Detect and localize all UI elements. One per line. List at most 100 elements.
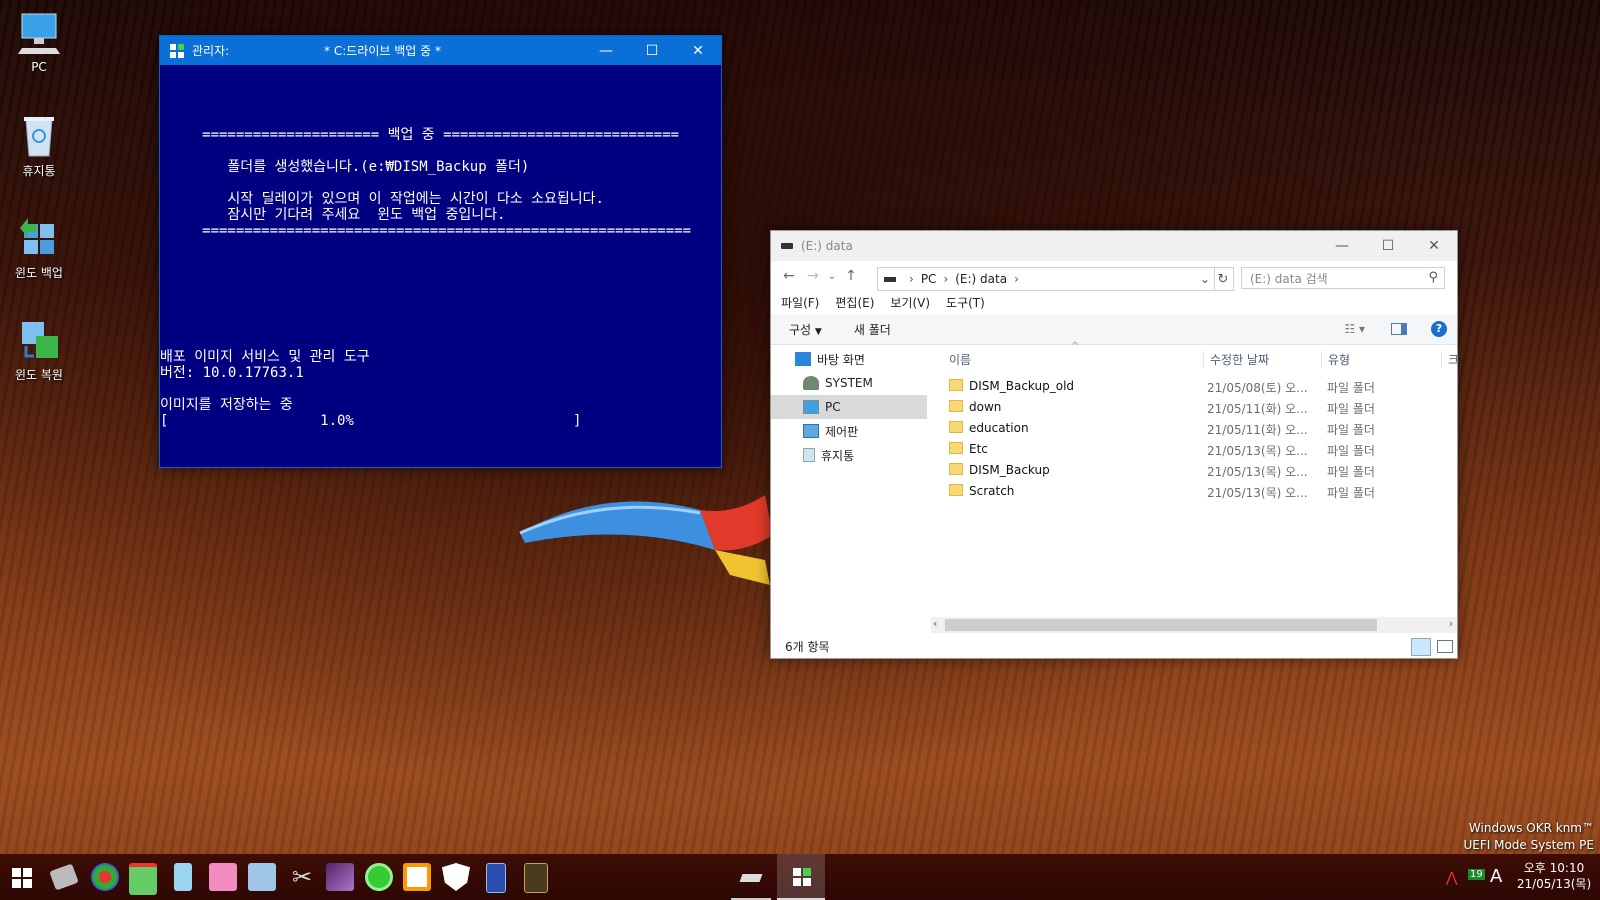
backup-tool-icon[interactable] bbox=[403, 863, 431, 891]
menu-view[interactable]: 보기(V) bbox=[890, 294, 930, 314]
file-row[interactable]: DISM_Backup_old 21/05/08(토) 오... 파일 폴더 bbox=[931, 375, 1457, 396]
desktop-icon-label: PC bbox=[31, 60, 47, 74]
start-button[interactable] bbox=[12, 868, 32, 888]
nav-label: 휴지통 bbox=[821, 448, 855, 463]
new-folder-button[interactable]: 새 폴더 bbox=[854, 321, 891, 338]
taskbar-cmd-button[interactable] bbox=[777, 854, 825, 900]
caret-down-icon: ▼ bbox=[814, 326, 822, 337]
file-row[interactable]: down 21/05/11(화) 오... 파일 폴더 bbox=[931, 396, 1457, 417]
file-row[interactable]: education 21/05/11(화) 오... 파일 폴더 bbox=[931, 417, 1457, 438]
sync-icon[interactable] bbox=[365, 863, 393, 891]
large-icons-view-icon[interactable] bbox=[1437, 640, 1453, 653]
close-button[interactable]: ✕ bbox=[1411, 231, 1457, 261]
minimize-button[interactable]: — bbox=[583, 36, 629, 65]
scrollbar-thumb[interactable] bbox=[945, 619, 1377, 631]
explorer-window[interactable]: (E:) data — ☐ ✕ ← → ⌄ ↑ › PC › (E:) data… bbox=[770, 230, 1459, 659]
column-type[interactable]: 유형 bbox=[1321, 351, 1350, 368]
nav-item-system[interactable]: SYSTEM bbox=[771, 371, 927, 395]
column-size[interactable]: 크 bbox=[1441, 351, 1459, 368]
horizontal-scrollbar[interactable]: ‹ › bbox=[931, 617, 1457, 633]
shield-icon[interactable] bbox=[442, 863, 470, 891]
drive-icon bbox=[739, 874, 763, 882]
cmd-window-icon bbox=[793, 868, 811, 886]
console-line: 시작 딜레이가 있으며 이 작업에는 시간이 다소 소요됩니다. bbox=[160, 191, 604, 207]
menu-edit[interactable]: 편집(E) bbox=[835, 294, 874, 314]
file-manager-icon[interactable] bbox=[129, 863, 157, 895]
breadcrumb-current[interactable]: (E:) data bbox=[955, 272, 1007, 286]
file-list: 이름 ^ 수정한 날짜 유형 크 DISM_Backup_old 21/05/08… bbox=[931, 341, 1459, 609]
folder-icon bbox=[949, 400, 963, 412]
chevron-down-icon[interactable]: ⌄ bbox=[1200, 272, 1210, 286]
chevron-right-icon[interactable]: › bbox=[909, 272, 914, 286]
cmd-console[interactable]: ===================== 백업 중 =============… bbox=[160, 65, 721, 429]
desktop-icon bbox=[795, 352, 811, 366]
image-tool-icon[interactable] bbox=[326, 863, 354, 891]
cmd-titlebar[interactable]: 관리자: * C:드라이브 백업 중 * — ☐ ✕ bbox=[160, 36, 721, 65]
cmd-window[interactable]: 관리자: * C:드라이브 백업 중 * — ☐ ✕ =============… bbox=[159, 35, 722, 468]
watermark-line: UEFI Mode System PE bbox=[1463, 838, 1594, 852]
ime-indicator[interactable]: A bbox=[1490, 866, 1502, 887]
file-type: 파일 폴더 bbox=[1327, 465, 1375, 479]
file-date: 21/05/08(토) 오... bbox=[1207, 381, 1308, 395]
minimize-button[interactable]: — bbox=[1319, 231, 1365, 261]
chevron-right-icon[interactable]: › bbox=[1014, 272, 1019, 286]
nav-item-recycle-bin[interactable]: 휴지통 bbox=[771, 443, 927, 467]
tablet-icon[interactable] bbox=[486, 863, 506, 893]
nav-label: 바탕 화면 bbox=[817, 352, 865, 367]
tray-badge[interactable]: 19 bbox=[1468, 869, 1485, 880]
close-button[interactable]: ✕ bbox=[675, 36, 721, 65]
taskbar-explorer-button[interactable] bbox=[731, 854, 771, 900]
nav-item-control-panel[interactable]: 제어판 bbox=[771, 419, 927, 443]
organize-button[interactable]: 구성 ▼ bbox=[789, 321, 822, 338]
menu-file[interactable]: 파일(F) bbox=[781, 294, 819, 314]
desktop-icon-pc[interactable]: PC bbox=[8, 10, 70, 74]
maximize-button[interactable]: ☐ bbox=[1365, 231, 1411, 261]
column-date[interactable]: 수정한 날짜 bbox=[1203, 351, 1269, 368]
refresh-icon[interactable]: ↻ bbox=[1213, 267, 1234, 291]
tools-icon[interactable]: ✂ bbox=[288, 863, 316, 891]
drive-tool-icon[interactable] bbox=[49, 863, 79, 891]
network-icon[interactable]: ⋀ bbox=[1446, 870, 1457, 886]
file-type: 파일 폴더 bbox=[1327, 444, 1375, 458]
disk-tool-icon[interactable] bbox=[524, 863, 548, 893]
desktop-icon-recycle-bin[interactable]: 휴지통 bbox=[8, 112, 70, 179]
address-bar[interactable]: › PC › (E:) data › ⌄ bbox=[877, 267, 1215, 291]
file-type: 파일 폴더 bbox=[1327, 381, 1375, 395]
search-input[interactable]: (E:) data 검색 ⚲ bbox=[1241, 267, 1445, 289]
watermark-line: Windows OKR knm™ bbox=[1468, 821, 1594, 835]
back-arrow-icon[interactable]: ← bbox=[777, 268, 801, 284]
chevron-right-icon[interactable]: › bbox=[943, 272, 948, 286]
partition-tool-icon[interactable] bbox=[91, 863, 119, 891]
recycle-bin-icon bbox=[16, 112, 62, 158]
file-row[interactable]: DISM_Backup 21/05/13(목) 오... 파일 폴더 bbox=[931, 459, 1457, 480]
explorer-titlebar[interactable]: (E:) data — ☐ ✕ bbox=[771, 231, 1457, 261]
scroll-left-icon[interactable]: ‹ bbox=[933, 617, 937, 630]
file-row[interactable]: Etc 21/05/13(목) 오... 파일 폴더 bbox=[931, 438, 1457, 459]
forward-arrow-icon[interactable]: → bbox=[801, 268, 825, 284]
scroll-right-icon[interactable]: › bbox=[1449, 617, 1453, 630]
desktop-icon-restore[interactable]: 윈도 복원 bbox=[8, 316, 70, 383]
folder-icon bbox=[949, 484, 963, 496]
drive-icon bbox=[781, 243, 793, 249]
explorer-tool-icon[interactable] bbox=[248, 863, 276, 891]
up-arrow-icon[interactable]: ↑ bbox=[839, 268, 863, 284]
device-icon[interactable] bbox=[174, 863, 192, 891]
desktop-icon-backup[interactable]: 윈도 백업 bbox=[8, 214, 70, 281]
user-icon bbox=[803, 376, 819, 390]
help-icon[interactable]: ? bbox=[1431, 321, 1447, 337]
nav-item-desktop[interactable]: 바탕 화면 bbox=[771, 347, 927, 371]
details-view-icon[interactable] bbox=[1411, 638, 1431, 656]
view-options-icon[interactable]: ☷ ▾ bbox=[1344, 322, 1365, 336]
menu-tools[interactable]: 도구(T) bbox=[946, 294, 985, 314]
nav-item-pc[interactable]: PC bbox=[771, 395, 927, 419]
windows-tool-icon[interactable] bbox=[209, 863, 237, 891]
breadcrumb-pc[interactable]: PC bbox=[921, 272, 937, 286]
nav-label: PC bbox=[825, 400, 841, 414]
column-name[interactable]: 이름 bbox=[949, 351, 971, 368]
maximize-button[interactable]: ☐ bbox=[629, 36, 675, 65]
preview-pane-icon[interactable] bbox=[1391, 323, 1407, 335]
recent-dropdown-icon[interactable]: ⌄ bbox=[825, 271, 839, 282]
clock[interactable]: 오후 10:10 21/05/13(목) bbox=[1514, 860, 1594, 892]
file-row[interactable]: Scratch 21/05/13(목) 오... 파일 폴더 bbox=[931, 480, 1457, 501]
file-date: 21/05/11(화) 오... bbox=[1207, 402, 1308, 416]
